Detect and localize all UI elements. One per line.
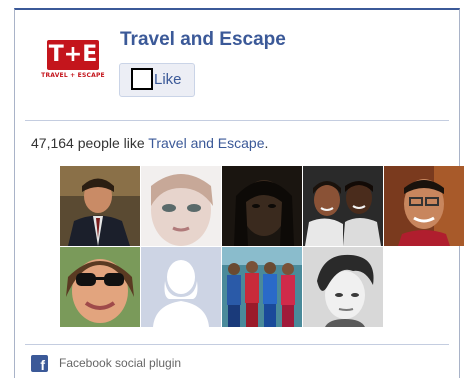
friend-face-3[interactable] [222,166,302,246]
person-photo-icon [141,166,221,246]
friend-face-9[interactable] [303,247,383,327]
likes-page-link[interactable]: Travel and Escape [148,135,264,151]
person-photo-icon [303,247,383,327]
person-photo-icon [222,166,302,246]
friend-face-7[interactable] [141,247,221,327]
likes-count-suffix: people like [73,135,149,151]
likes-count-line: 47,164 people like Travel and Escape. [31,135,268,151]
header-divider [25,120,449,121]
person-photo-icon [303,166,383,246]
like-checkbox-icon [131,68,153,90]
footer-divider [25,344,449,345]
page-name-link[interactable]: Travel and Escape [120,29,286,51]
friend-face-5[interactable] [384,166,464,246]
facebook-icon[interactable]: f [31,355,48,372]
likes-count: 47,164 [31,135,74,151]
group-photo-icon [222,247,302,327]
plugin-footer: f Facebook social plugin [31,355,331,373]
footer-text[interactable]: Facebook social plugin [59,356,181,370]
friend-face-2[interactable] [141,166,221,246]
logo-mark: T+E [47,40,99,70]
person-photo-icon [60,166,140,246]
friend-face-6[interactable] [60,247,140,327]
friend-face-4[interactable] [303,166,383,246]
logo-subtitle: TRAVEL + ESCAPE [41,72,105,79]
person-photo-icon [60,247,140,327]
person-photo-icon [384,166,464,246]
like-button-label: Like [154,71,182,88]
page-logo[interactable]: T+E TRAVEL + ESCAPE [35,40,111,92]
facebook-like-box: T+E TRAVEL + ESCAPE Travel and Escape Li… [14,8,464,378]
like-button[interactable]: Like [119,63,195,97]
likes-period: . [264,135,269,151]
friend-face-8[interactable] [222,247,302,327]
friend-face-1[interactable] [60,166,140,246]
default-silhouette-icon [141,247,221,327]
